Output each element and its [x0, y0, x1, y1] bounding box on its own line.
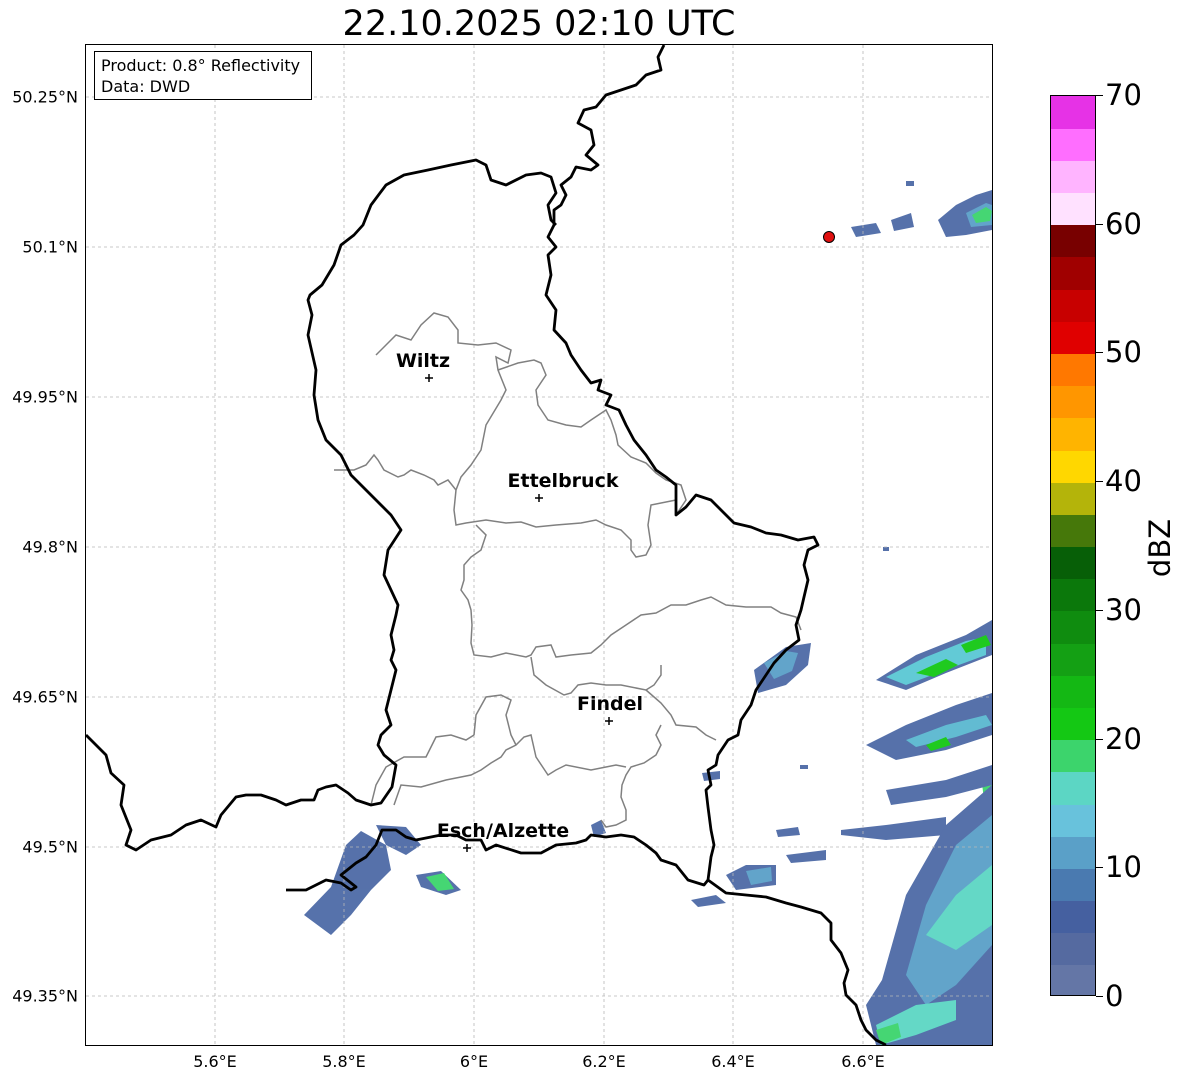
product-label: Product: 0.8° Reflectivity [101, 56, 301, 75]
colorbar-segment [1051, 643, 1095, 676]
lon-tick-label: 5.6°E [193, 1052, 237, 1071]
colorbar-label: dBZ [1143, 518, 1177, 578]
lat-tick-label: 49.8°N [22, 537, 78, 557]
map-area[interactable] [86, 45, 992, 1045]
colorbar-tick [1096, 95, 1103, 96]
city-label-ettelbruck: Ettelbruck [507, 470, 619, 492]
city-label-esch-alzette: Esch/Alzette [436, 820, 570, 842]
map-title: 22.10.2025 02:10 UTC [342, 4, 736, 44]
colorbar-segment [1051, 803, 1095, 837]
colorbar-tick-label: 20 [1105, 721, 1142, 756]
colorbar-tick-label: 40 [1105, 464, 1142, 499]
lat-tick-label: 49.65°N [12, 687, 78, 707]
colorbar-segment [1051, 353, 1095, 387]
colorbar-tick [1096, 481, 1103, 483]
lon-tick-label: 6.4°E [711, 1052, 755, 1071]
colorbar-segment [1051, 514, 1095, 548]
colorbar-segment [1051, 160, 1095, 194]
product-info-box: Product: 0.8° Reflectivity Data: DWD [94, 51, 312, 100]
colorbar-segment [1051, 128, 1095, 161]
colorbar-segment [1051, 482, 1095, 515]
colorbar-segment [1051, 739, 1095, 773]
lat-tick-label: 49.95°N [12, 387, 78, 407]
city-label-wiltz: Wiltz [395, 350, 451, 372]
radar-map [86, 45, 992, 1045]
lat-tick-label: 50.1°N [22, 237, 78, 257]
colorbar-segment [1051, 578, 1095, 612]
colorbar-segment [1051, 417, 1095, 451]
colorbar-segment [1051, 321, 1095, 355]
colorbar-segment [1051, 224, 1095, 258]
colorbar-segment [1051, 675, 1095, 708]
colorbar-tick [1096, 352, 1103, 354]
lat-tick-label: 49.35°N [12, 986, 78, 1006]
colorbar-segment [1051, 964, 1095, 995]
lat-tick-label: 50.25°N [12, 87, 78, 107]
colorbar-segment [1051, 900, 1095, 934]
colorbar-segment [1051, 289, 1095, 322]
colorbar-segment [1051, 868, 1095, 902]
colorbar-segment [1051, 546, 1095, 580]
colorbar-segment [1051, 836, 1095, 869]
colorbar-segment [1051, 192, 1095, 226]
colorbar-tick [1096, 996, 1103, 997]
colorbar-segment [1051, 932, 1095, 966]
colorbar-tick [1096, 738, 1103, 740]
colorbar-segment [1051, 385, 1095, 419]
colorbar-tick-label: 50 [1105, 335, 1142, 370]
city-label-findel: Findel [576, 693, 644, 715]
colorbar-segment [1051, 96, 1095, 129]
colorbar-segment [1051, 707, 1095, 741]
colorbar-tick-label: 70 [1105, 78, 1142, 112]
radar-site-marker [823, 231, 835, 243]
colorbar-tick-label: 0 [1105, 979, 1124, 1013]
colorbar-tick [1096, 223, 1103, 225]
colorbar-segment [1051, 449, 1095, 483]
colorbar-tick [1096, 867, 1103, 869]
colorbar-segment [1051, 256, 1095, 290]
lon-tick-label: 6.6°E [841, 1052, 885, 1071]
colorbar-tick-label: 10 [1105, 850, 1142, 885]
colorbar-segment [1051, 610, 1095, 644]
colorbar-tick-label: 60 [1105, 206, 1142, 241]
colorbar-tick-label: 30 [1105, 592, 1142, 627]
lon-tick-label: 6°E [459, 1052, 489, 1071]
lon-tick-label: 6.2°E [582, 1052, 626, 1071]
lon-tick-label: 5.8°E [322, 1052, 366, 1071]
colorbar-tick [1096, 609, 1103, 611]
data-source-label: Data: DWD [101, 77, 191, 96]
lat-tick-label: 49.5°N [22, 837, 78, 857]
colorbar [1050, 95, 1096, 996]
colorbar-segment [1051, 771, 1095, 805]
